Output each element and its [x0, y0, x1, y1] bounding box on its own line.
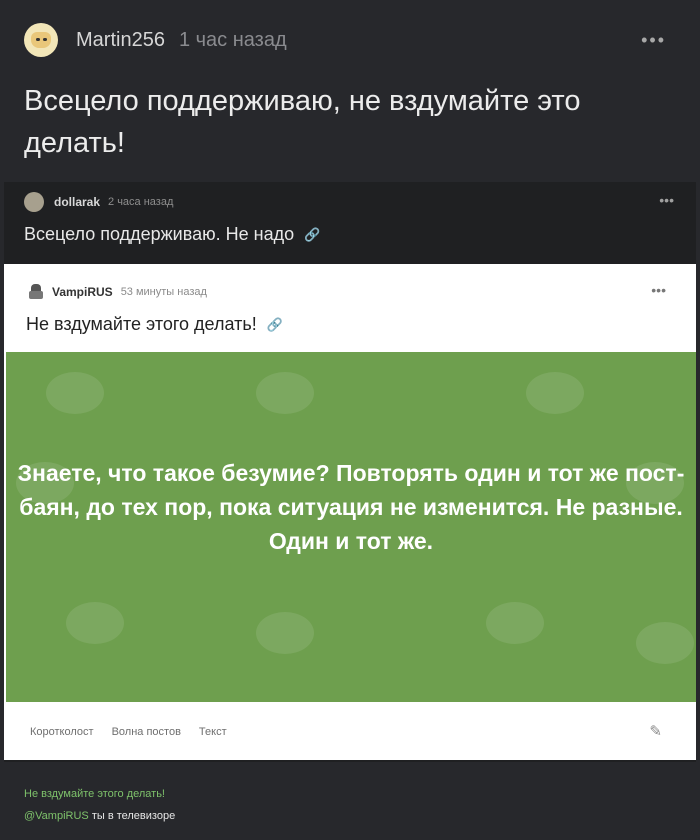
footer-line-2: @VampiRUS ты в телевизоре	[24, 810, 175, 822]
tag: Волна постов	[111, 726, 181, 738]
avatar-eye	[36, 38, 40, 41]
post-title: Всецело поддерживаю, не вздумайте это де…	[24, 85, 581, 159]
more-icon: •••	[651, 282, 666, 298]
comment-header: VampiRUS 53 минуты назад	[28, 284, 207, 300]
comment-body: Всецело поддерживаю. Не надо	[24, 224, 295, 244]
comment-author: dollarak	[54, 195, 101, 209]
footer-text: ты в телевизоре	[88, 810, 176, 822]
comment-text: Всецело поддерживаю. Не надо 🔗	[24, 224, 320, 245]
footer-line-1: Не вздумайте этого делать!	[24, 788, 165, 800]
author-avatar[interactable]	[24, 23, 58, 57]
comment-avatar	[28, 284, 44, 300]
embedded-screenshot: dollarak 2 часа назад ••• Всецело поддер…	[4, 182, 696, 762]
tag-list: Коротколост Волна постов Текст	[30, 726, 227, 738]
avatar-eye	[43, 38, 47, 41]
comment-avatar	[24, 192, 44, 212]
pattern-blob	[46, 372, 104, 414]
quote-text: Знаете, что такое безумие? Повторять оди…	[17, 460, 685, 554]
more-icon: •••	[659, 192, 674, 208]
pattern-blob	[66, 602, 124, 644]
tag: Коротколост	[30, 726, 94, 738]
pattern-blob	[486, 602, 544, 644]
post-time: 1 час назад	[178, 28, 287, 51]
link-icon: 🔗	[266, 317, 283, 333]
more-icon[interactable]: •••	[641, 30, 666, 51]
pattern-blob	[636, 622, 694, 664]
quote-image: Знаете, что такое безумие? Повторять оди…	[6, 352, 696, 702]
comment-time: 53 минуты назад	[120, 286, 207, 298]
pattern-blob	[526, 372, 584, 414]
quoted-post-card: VampiRUS 53 минуты назад ••• Не вздумайт…	[4, 264, 696, 760]
post-header: Martin256 1 час назад •••	[24, 22, 676, 58]
comment-body: Не вздумайте этого делать!	[26, 314, 257, 334]
user-mention[interactable]: @VampiRUS	[24, 810, 89, 822]
link-icon: 🔗	[304, 227, 321, 243]
pattern-blob	[256, 372, 314, 414]
comment-time: 2 часа назад	[108, 196, 174, 208]
tag: Текст	[198, 726, 227, 738]
avatar-face	[31, 32, 51, 48]
author-name[interactable]: Martin256	[76, 29, 165, 52]
pattern-blob	[256, 612, 314, 654]
pencil-icon: ✎	[649, 723, 662, 740]
comment-text: Не вздумайте этого делать! 🔗	[26, 314, 283, 335]
comment-author: VampiRUS	[52, 285, 113, 299]
comment-header: dollarak 2 часа назад	[24, 192, 173, 212]
